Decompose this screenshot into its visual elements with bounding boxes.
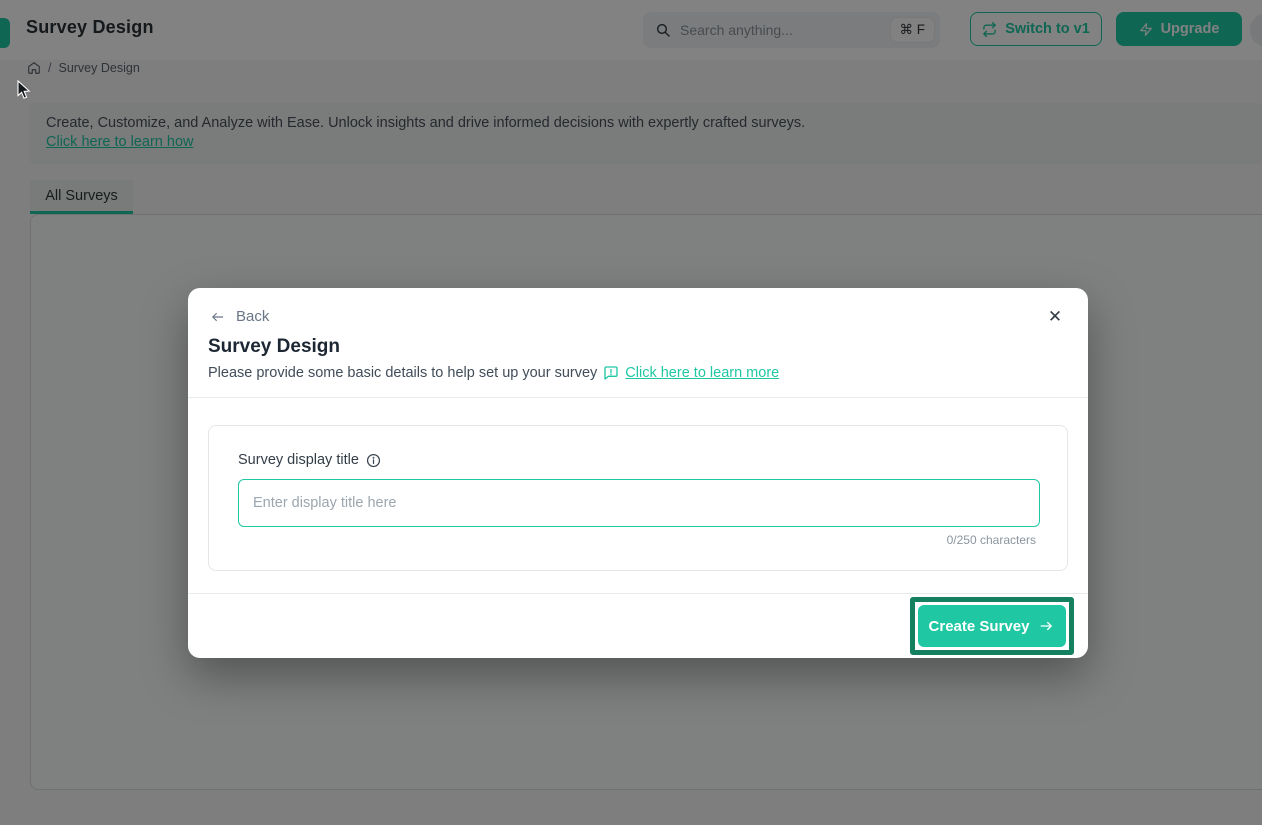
survey-title-input[interactable]: [238, 479, 1040, 527]
message-alert-icon: [603, 365, 619, 381]
modal-title: Survey Design: [208, 336, 340, 358]
survey-title-label: Survey display title: [238, 452, 359, 468]
mouse-cursor: [16, 80, 34, 100]
survey-design-modal: Back ✕ Survey Design Please provide some…: [188, 288, 1088, 658]
char-counter: 0/250 characters: [947, 533, 1036, 547]
modal-learn-more-link[interactable]: Click here to learn more: [625, 365, 779, 381]
modal-subtitle-row: Please provide some basic details to hel…: [208, 365, 779, 381]
back-label: Back: [236, 308, 269, 325]
arrow-left-icon: [209, 310, 226, 324]
arrow-right-icon: [1038, 619, 1055, 633]
modal-subtitle: Please provide some basic details to hel…: [208, 365, 597, 381]
info-icon[interactable]: [366, 453, 381, 468]
close-icon[interactable]: ✕: [1044, 306, 1066, 328]
create-survey-button[interactable]: Create Survey: [918, 605, 1066, 647]
app-screen: Survey Design Search anything... ⌘ F Swi…: [0, 0, 1262, 825]
back-button[interactable]: Back: [209, 308, 269, 325]
modal-header-divider: [188, 397, 1088, 398]
create-survey-label: Create Survey: [929, 618, 1030, 635]
modal-footer-divider: [188, 593, 1088, 594]
survey-title-label-row: Survey display title: [238, 452, 381, 468]
survey-title-card: Survey display title 0/250 characters: [208, 425, 1068, 571]
create-survey-highlight-box: Create Survey: [910, 597, 1074, 655]
